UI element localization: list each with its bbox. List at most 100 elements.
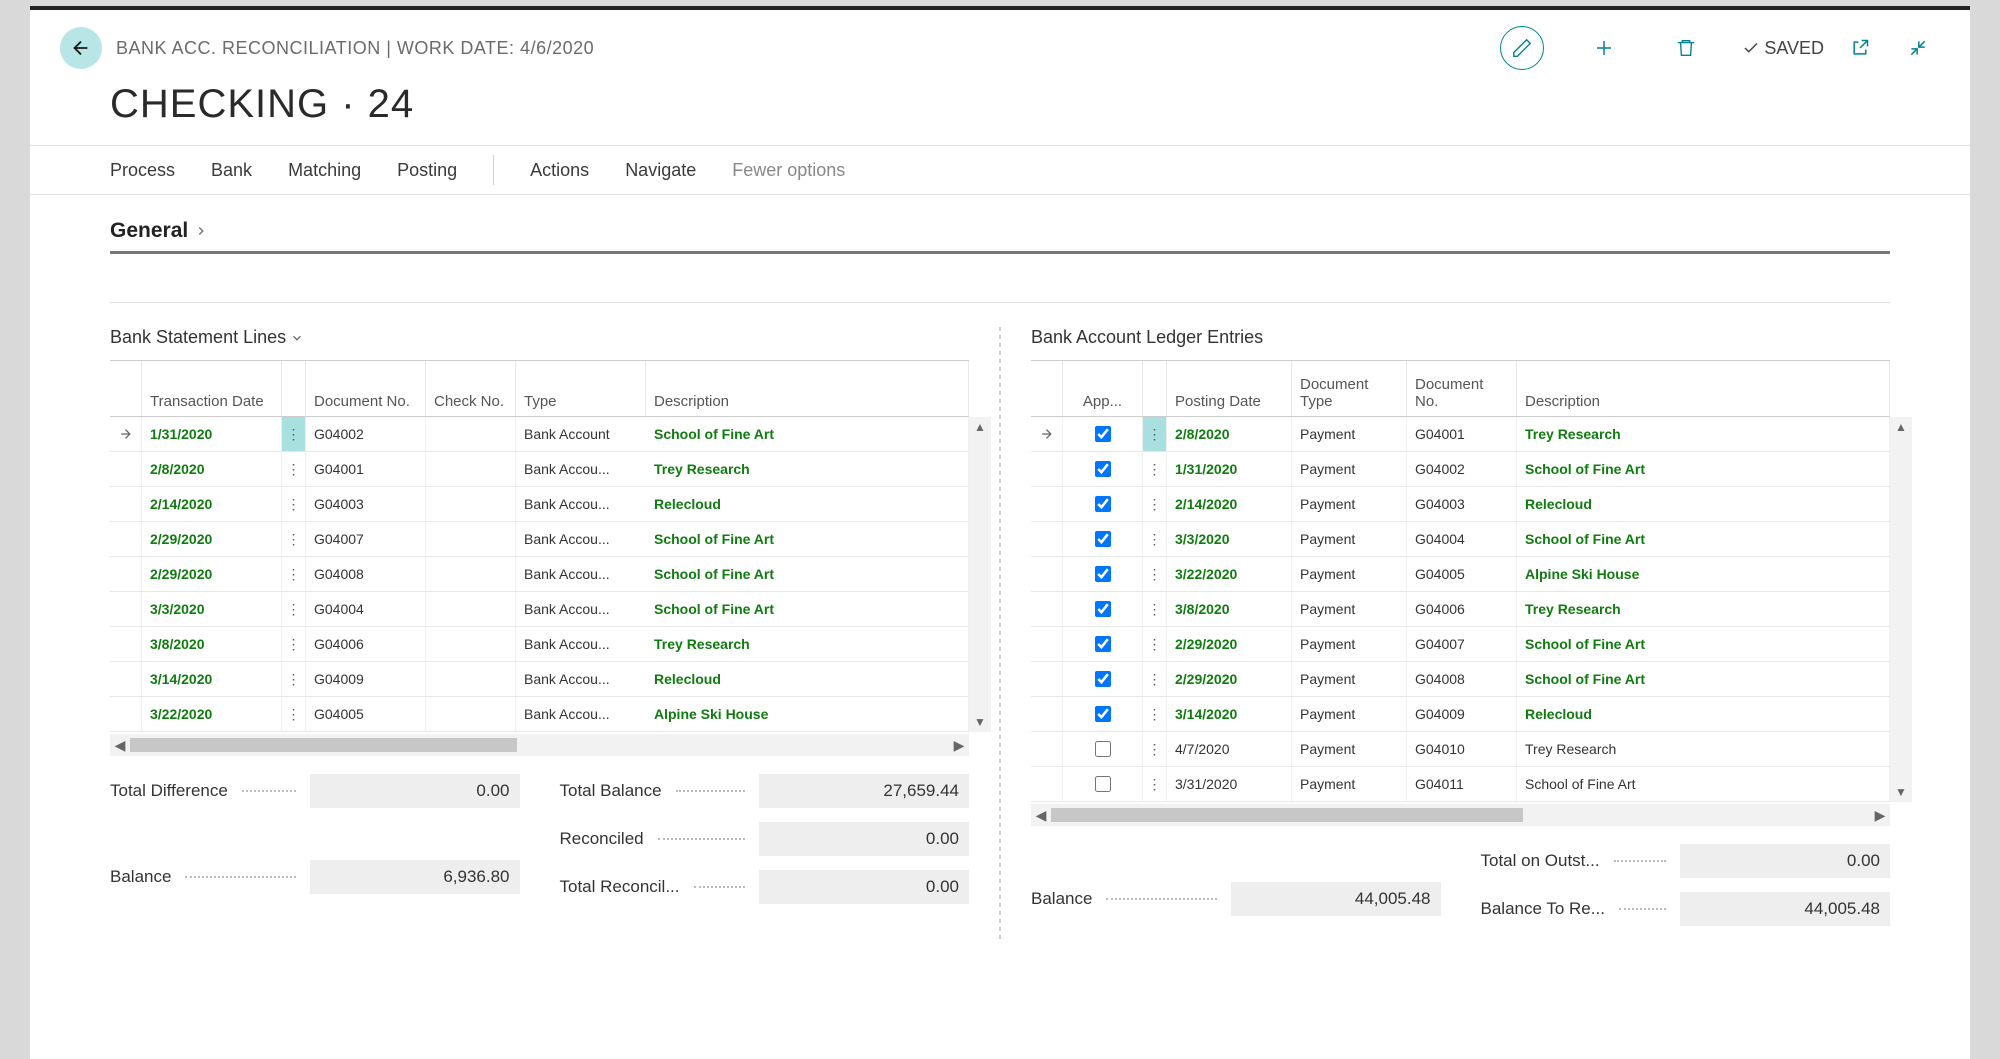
row-selector[interactable] [110,452,142,486]
applied-checkbox[interactable] [1095,496,1111,512]
cell-description[interactable]: School of Fine Art [646,557,969,591]
row-more-icon[interactable]: ⋮ [282,417,306,451]
cell-document-no[interactable]: G04004 [306,592,426,626]
cell-posting-date[interactable]: 3/31/2020 [1167,767,1292,801]
cell-type[interactable]: Bank Account [516,417,646,451]
row-more-icon[interactable]: ⋮ [1143,697,1167,731]
cell-applied[interactable] [1063,452,1143,486]
cell-posting-date[interactable]: 2/8/2020 [1167,417,1292,451]
table-row[interactable]: ⋮2/29/2020PaymentG04008School of Fine Ar… [1031,662,1890,697]
col-document-no-r[interactable]: Document No. [1407,361,1517,416]
cell-type[interactable]: Bank Accou... [516,557,646,591]
col-check-no[interactable]: Check No. [426,361,516,416]
row-selector[interactable] [110,522,142,556]
row-selector[interactable] [110,417,142,451]
cell-posting-date[interactable]: 3/3/2020 [1167,522,1292,556]
col-description[interactable]: Description [646,361,969,416]
cell-check-no[interactable] [426,522,516,556]
cell-type[interactable]: Bank Accou... [516,627,646,661]
cell-document-no[interactable]: G04004 [1407,522,1517,556]
scroll-right-icon[interactable]: ▶ [1870,807,1890,824]
row-selector[interactable] [1031,452,1063,486]
cell-document-no[interactable]: G04003 [1407,487,1517,521]
cell-document-no[interactable]: G04006 [306,627,426,661]
cell-description[interactable]: School of Fine Art [646,592,969,626]
vertical-scrollbar-r[interactable]: ▲ ▼ [1890,417,1912,802]
cell-description[interactable]: Trey Research [646,452,969,486]
cell-check-no[interactable] [426,697,516,731]
cell-description[interactable]: Alpine Ski House [646,697,969,731]
applied-checkbox[interactable] [1095,601,1111,617]
applied-checkbox[interactable] [1095,566,1111,582]
new-button[interactable] [1582,26,1626,70]
table-row[interactable]: 2/29/2020⋮G04007Bank Accou...School of F… [110,522,969,557]
cell-description[interactable]: School of Fine Art [1517,522,1890,556]
cell-document-type[interactable]: Payment [1292,697,1407,731]
row-selector[interactable] [1031,697,1063,731]
cell-document-no[interactable]: G04005 [1407,557,1517,591]
cell-description[interactable]: School of Fine Art [646,522,969,556]
cell-document-type[interactable]: Payment [1292,417,1407,451]
col-document-type[interactable]: Document Type [1292,361,1407,416]
cell-transaction-date[interactable]: 2/29/2020 [142,522,282,556]
table-row[interactable]: 1/31/2020⋮G04002Bank AccountSchool of Fi… [110,417,969,452]
cell-posting-date[interactable]: 4/7/2020 [1167,732,1292,766]
table-row[interactable]: ⋮2/8/2020PaymentG04001Trey Research [1031,417,1890,452]
cell-description[interactable]: School of Fine Art [646,417,969,451]
cell-document-no[interactable]: G04005 [306,697,426,731]
cell-applied[interactable] [1063,487,1143,521]
cell-document-type[interactable]: Payment [1292,662,1407,696]
cell-description[interactable]: School of Fine Art [1517,767,1890,801]
cell-transaction-date[interactable]: 3/3/2020 [142,592,282,626]
cell-type[interactable]: Bank Accou... [516,452,646,486]
row-selector[interactable] [1031,522,1063,556]
cell-transaction-date[interactable]: 2/8/2020 [142,452,282,486]
applied-checkbox[interactable] [1095,531,1111,547]
row-selector[interactable] [110,627,142,661]
cell-description[interactable]: Trey Research [1517,592,1890,626]
cell-document-no[interactable]: G04001 [1407,417,1517,451]
cell-document-no[interactable]: G04003 [306,487,426,521]
cell-check-no[interactable] [426,487,516,521]
table-row[interactable]: ⋮1/31/2020PaymentG04002School of Fine Ar… [1031,452,1890,487]
cell-document-no[interactable]: G04002 [306,417,426,451]
row-more-icon[interactable]: ⋮ [282,697,306,731]
scroll-down-icon[interactable]: ▼ [974,712,986,732]
row-selector[interactable] [1031,417,1063,451]
vertical-scrollbar[interactable]: ▲ ▼ [969,417,991,732]
cell-transaction-date[interactable]: 3/22/2020 [142,697,282,731]
scroll-left-icon[interactable]: ◀ [110,737,130,754]
cell-document-no[interactable]: G04011 [1407,767,1517,801]
scroll-up-icon[interactable]: ▲ [1895,417,1907,437]
cell-applied[interactable] [1063,627,1143,661]
row-selector[interactable] [110,592,142,626]
back-button[interactable] [60,27,102,69]
cell-applied[interactable] [1063,697,1143,731]
row-selector[interactable] [110,662,142,696]
cell-description[interactable]: School of Fine Art [1517,452,1890,486]
applied-checkbox[interactable] [1095,426,1111,442]
bank-statement-lines-title[interactable]: Bank Statement Lines [110,327,969,348]
table-row[interactable]: 3/14/2020⋮G04009Bank Accou...Relecloud [110,662,969,697]
cell-document-no[interactable]: G04010 [1407,732,1517,766]
cell-description[interactable]: School of Fine Art [1517,627,1890,661]
row-more-icon[interactable]: ⋮ [282,662,306,696]
row-selector[interactable] [1031,732,1063,766]
col-document-no[interactable]: Document No. [306,361,426,416]
collapse-button[interactable] [1896,26,1940,70]
cell-type[interactable]: Bank Accou... [516,487,646,521]
scroll-down-icon[interactable]: ▼ [1895,782,1907,802]
cell-transaction-date[interactable]: 2/29/2020 [142,557,282,591]
row-more-icon[interactable]: ⋮ [1143,592,1167,626]
col-description-r[interactable]: Description [1517,361,1890,416]
row-more-icon[interactable]: ⋮ [282,592,306,626]
cell-check-no[interactable] [426,417,516,451]
cell-transaction-date[interactable]: 2/14/2020 [142,487,282,521]
cell-document-type[interactable]: Payment [1292,452,1407,486]
cell-description[interactable]: Alpine Ski House [1517,557,1890,591]
table-row[interactable]: ⋮3/14/2020PaymentG04009Relecloud [1031,697,1890,732]
cell-document-no[interactable]: G04001 [306,452,426,486]
cell-document-no[interactable]: G04007 [306,522,426,556]
cell-description[interactable]: Trey Research [646,627,969,661]
cell-posting-date[interactable]: 2/14/2020 [1167,487,1292,521]
